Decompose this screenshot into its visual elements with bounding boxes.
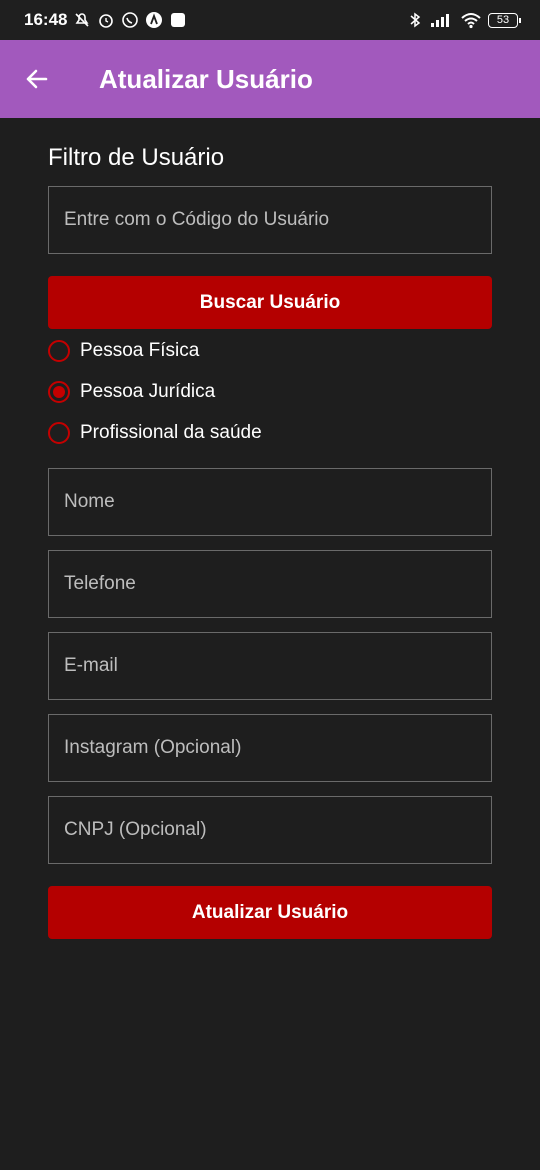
page-title: Atualizar Usuário <box>99 64 313 94</box>
email-placeholder: E-mail <box>64 655 118 676</box>
name-input[interactable]: Nome <box>48 468 492 536</box>
instagram-input[interactable]: Instagram (Opcional) <box>48 714 492 782</box>
battery-icon: 53 <box>488 12 521 28</box>
radio-selected <box>48 381 70 403</box>
radio-unselected <box>48 422 70 444</box>
mute-icon <box>75 13 90 27</box>
name-placeholder: Nome <box>64 491 115 512</box>
user-code-placeholder: Entre com o Código do Usuário <box>64 209 330 230</box>
status-bar: 16:48 53 <box>0 0 540 40</box>
app-icon <box>146 12 163 28</box>
bluetooth-icon <box>410 12 421 28</box>
radio-profissional-saude[interactable]: Profissional da saúde <box>48 422 262 444</box>
cnpj-input[interactable]: CNPJ (Opcional) <box>48 796 492 864</box>
filter-title: Filtro de Usuário <box>48 144 225 171</box>
status-time: 16:48 <box>24 10 68 29</box>
status-bar-left: 16:48 <box>24 10 187 30</box>
status-bar-right: 53 <box>406 11 521 29</box>
instagram-placeholder: Instagram (Opcional) <box>64 737 242 758</box>
app-bar: Atualizar Usuário <box>0 40 540 118</box>
alarm-icon <box>99 14 114 28</box>
wifi-icon <box>461 13 481 29</box>
search-user-button[interactable]: Buscar Usuário <box>48 276 492 329</box>
cnpj-placeholder: CNPJ (Opcional) <box>64 819 207 840</box>
phone-input[interactable]: Telefone <box>48 550 492 618</box>
whatsapp-icon <box>122 12 139 28</box>
phone-placeholder: Telefone <box>64 573 136 594</box>
user-code-input[interactable]: Entre com o Código do Usuário <box>48 186 492 254</box>
radio-dot <box>53 386 65 398</box>
signal-icon <box>431 14 449 27</box>
radio-label: Pessoa Física <box>80 340 200 361</box>
radio-unselected <box>48 340 70 362</box>
radio-label: Profissional da saúde <box>80 422 262 443</box>
update-user-button[interactable]: Atualizar Usuário <box>48 886 492 939</box>
back-button[interactable] <box>22 64 52 94</box>
radio-pessoa-fisica[interactable]: Pessoa Física <box>48 340 199 362</box>
radio-pessoa-juridica[interactable]: Pessoa Jurídica <box>48 381 215 403</box>
arrow-left-icon <box>26 69 48 89</box>
radio-label: Pessoa Jurídica <box>80 381 216 402</box>
email-input[interactable]: E-mail <box>48 632 492 700</box>
battery-level: 53 <box>496 13 510 26</box>
square-icon <box>171 13 186 27</box>
